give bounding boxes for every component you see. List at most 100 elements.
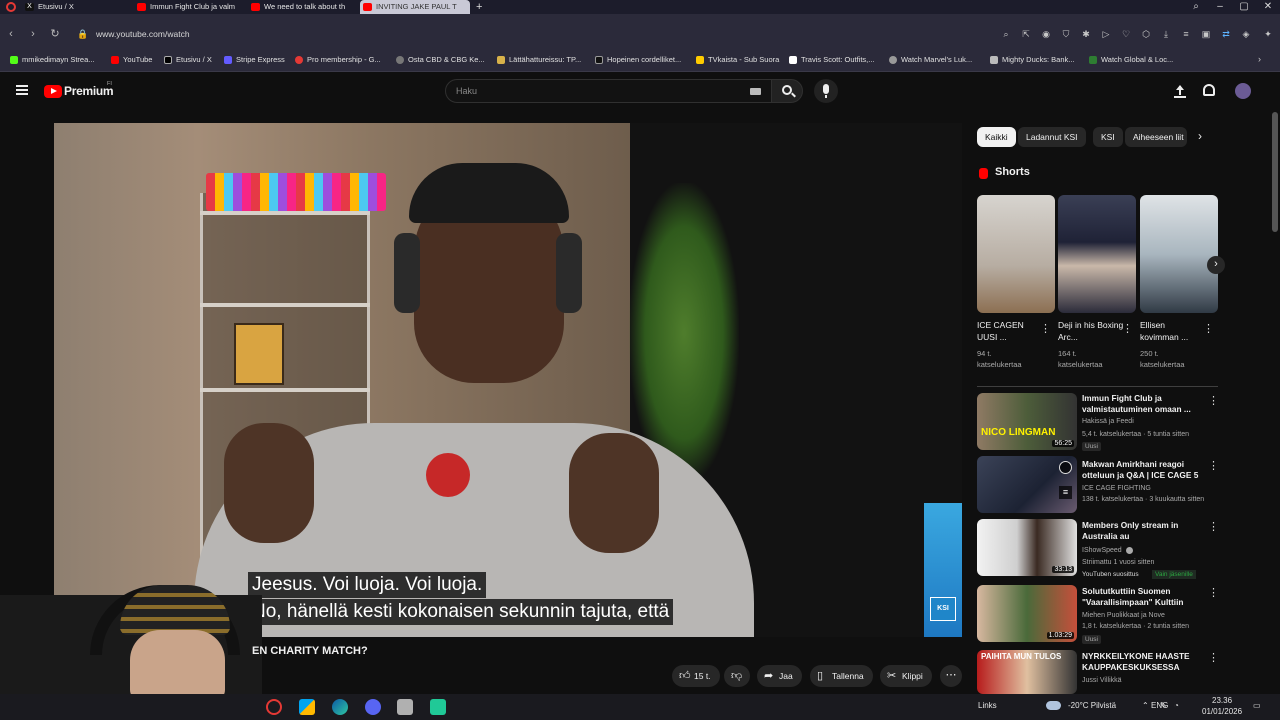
- add-to-queue-icon[interactable]: ≡: [1059, 486, 1072, 499]
- clock-date[interactable]: 01/01/2026: [1202, 707, 1242, 717]
- video-menu-icon[interactable]: ⋮: [1208, 520, 1219, 533]
- video-title-link[interactable]: Solututkuttiin Suomen "Vaarallisimpaan" …: [1082, 586, 1200, 608]
- tab-immun-fight-club[interactable]: Immun Fight Club ja valm: [134, 0, 246, 14]
- close-icon[interactable]: ✕: [1256, 0, 1280, 14]
- video-thumbnail[interactable]: 33:13: [977, 519, 1077, 576]
- cube-icon[interactable]: ⬡: [1140, 28, 1152, 40]
- channel-name[interactable]: Hakissä ja Feedi: [1082, 417, 1212, 427]
- bookmark-item[interactable]: Travis Scott: Outfits,...: [789, 54, 875, 66]
- bookmark-item[interactable]: Watch Global & Loc...: [1089, 54, 1173, 66]
- forward-icon[interactable]: ›: [26, 27, 40, 41]
- search-button[interactable]: [771, 79, 803, 103]
- short-menu-icon[interactable]: ⋮: [1122, 322, 1133, 335]
- bookmark-item[interactable]: Hopeinen cordelliket...: [595, 54, 681, 66]
- network-icon[interactable]: ◔: [1174, 700, 1179, 712]
- short-title[interactable]: ICE CAGEN UUSI ...: [977, 319, 1043, 343]
- channel-name[interactable]: Jussi Villikkä: [1082, 676, 1212, 686]
- short-thumbnail[interactable]: [977, 195, 1055, 313]
- tab-inviting-jake-paul[interactable]: INVITING JAKE PAUL T: [360, 0, 470, 14]
- bookmark-item[interactable]: Watch Marvel's Luk...: [889, 54, 972, 66]
- search-tabs-icon[interactable]: ⌕: [1184, 0, 1208, 14]
- shorts-next-button[interactable]: ›: [1207, 256, 1225, 274]
- pen-icon[interactable]: ✎: [1160, 700, 1167, 712]
- bookmarks-overflow-icon[interactable]: ›: [1258, 54, 1261, 64]
- channel-name[interactable]: IShowSpeed: [1082, 546, 1212, 556]
- download-icon[interactable]: ⤓: [1160, 28, 1172, 40]
- chip-channel[interactable]: KSI: [1093, 127, 1123, 147]
- avatar[interactable]: [1235, 83, 1251, 99]
- spotify-like-icon[interactable]: [430, 699, 446, 715]
- channel-name[interactable]: Miehen Puolikkaat ja Nove: [1082, 611, 1212, 621]
- short-menu-icon[interactable]: ⋮: [1203, 322, 1214, 335]
- video-menu-icon[interactable]: ⋮: [1208, 459, 1219, 472]
- zoom-icon[interactable]: ⌕: [1000, 28, 1012, 40]
- tab-we-need-to-talk[interactable]: We need to talk about th: [248, 0, 358, 14]
- clip-button[interactable]: ✂ Klippi: [880, 665, 932, 687]
- wallet-icon[interactable]: ▣: [1200, 28, 1212, 40]
- browser-menu-icon[interactable]: [6, 2, 16, 12]
- reload-icon[interactable]: ↻: [48, 27, 62, 41]
- discord-icon[interactable]: [365, 699, 381, 715]
- bookmark-item[interactable]: Mighty Ducks: Bank...: [990, 54, 1075, 66]
- menu-lines-icon[interactable]: ≡: [1180, 28, 1192, 40]
- back-icon[interactable]: ‹: [4, 27, 18, 41]
- short-thumbnail[interactable]: [1140, 195, 1218, 313]
- upload-icon[interactable]: [1174, 84, 1186, 98]
- share-button[interactable]: ➦ Jaa: [757, 665, 802, 687]
- bookmark-item[interactable]: Stripe Express: [224, 54, 285, 66]
- ai-icon[interactable]: ✦: [1262, 28, 1274, 40]
- bookmark-item[interactable]: TVkaista - Sub Suora: [696, 54, 779, 66]
- tab-x-home[interactable]: X Etusivu / X: [22, 0, 132, 14]
- search-input[interactable]: Haku: [445, 79, 772, 103]
- scrollbar[interactable]: [1272, 112, 1278, 232]
- chip-all[interactable]: Kaikki: [977, 127, 1016, 147]
- tray-overflow-icon[interactable]: ⌃: [1142, 700, 1149, 712]
- maximize-icon[interactable]: ▢: [1232, 0, 1256, 14]
- shield-icon[interactable]: ⛉: [1060, 28, 1072, 40]
- video-thumbnail[interactable]: PAIHITA MUN TULOS: [977, 650, 1077, 694]
- video-menu-icon[interactable]: ⋮: [1208, 586, 1219, 599]
- notifications-bell-icon[interactable]: [1203, 84, 1215, 96]
- bookmark-item[interactable]: Osta CBD & CBG Ke...: [396, 54, 485, 66]
- more-actions-button[interactable]: ⋯: [940, 665, 962, 687]
- camera-icon[interactable]: ◉: [1040, 28, 1052, 40]
- channel-name[interactable]: ICE CAGE FIGHTING: [1082, 484, 1212, 494]
- video-menu-icon[interactable]: ⋮: [1208, 651, 1219, 664]
- watch-later-icon[interactable]: [1059, 461, 1072, 474]
- bookmark-item[interactable]: YouTube: [111, 54, 152, 66]
- chip-related[interactable]: Aiheeseen liit: [1125, 127, 1187, 147]
- short-title[interactable]: Ellisen kovimman ...: [1140, 319, 1206, 343]
- bookmark-item[interactable]: Pro membership - G...: [295, 54, 381, 66]
- hamburger-menu-icon[interactable]: [16, 85, 28, 95]
- video-title-link[interactable]: Immun Fight Club ja valmistautuminen oma…: [1082, 393, 1200, 415]
- video-menu-icon[interactable]: ⋮: [1208, 394, 1219, 407]
- extension-icon[interactable]: ✱: [1080, 28, 1092, 40]
- weather-text[interactable]: -20°C Pilvistä: [1068, 700, 1116, 712]
- settings-cube-icon[interactable]: ◈: [1240, 28, 1252, 40]
- vpn-icon[interactable]: ⇄: [1220, 28, 1232, 40]
- share-page-icon[interactable]: ⇱: [1020, 28, 1032, 40]
- microsoft-store-icon[interactable]: [299, 699, 315, 715]
- app-icon[interactable]: [397, 699, 413, 715]
- short-title[interactable]: Deji in his Boxing Arc...: [1058, 319, 1124, 343]
- like-button[interactable]: 👍︎ 15 t.: [672, 665, 720, 687]
- video-title-link[interactable]: Members Only stream in Australia au: [1082, 520, 1200, 542]
- minimize-icon[interactable]: –: [1208, 0, 1232, 14]
- new-tab-button[interactable]: +: [476, 0, 482, 14]
- clock-time[interactable]: 23.36: [1212, 696, 1232, 706]
- address-bar[interactable]: 🔒 www.youtube.com/watch: [72, 22, 1002, 46]
- bookmark-item[interactable]: Etusivu / X: [164, 54, 212, 66]
- opera-gx-icon[interactable]: [266, 699, 282, 715]
- voice-search-button[interactable]: [814, 79, 838, 103]
- bookmark-item[interactable]: mmikedimayn Strea...: [10, 54, 95, 66]
- video-title-link[interactable]: NYRKKEILYKONE HAASTE KAUPPAKESKUKSESSA: [1082, 651, 1200, 673]
- keyboard-icon[interactable]: [750, 88, 761, 95]
- short-thumbnail[interactable]: [1058, 195, 1136, 313]
- edge-icon[interactable]: [332, 699, 348, 715]
- taskbar-links[interactable]: Links: [978, 700, 997, 712]
- chip-uploaded-by[interactable]: Ladannut KSI: [1018, 127, 1086, 147]
- save-button[interactable]: ▯ Tallenna: [810, 665, 873, 687]
- video-thumbnail[interactable]: 1.03:29: [977, 585, 1077, 642]
- notification-center-icon[interactable]: ▭: [1253, 700, 1261, 712]
- video-title-link[interactable]: Makwan Amirkhani reagoi otteluun ja Q&A …: [1082, 459, 1200, 481]
